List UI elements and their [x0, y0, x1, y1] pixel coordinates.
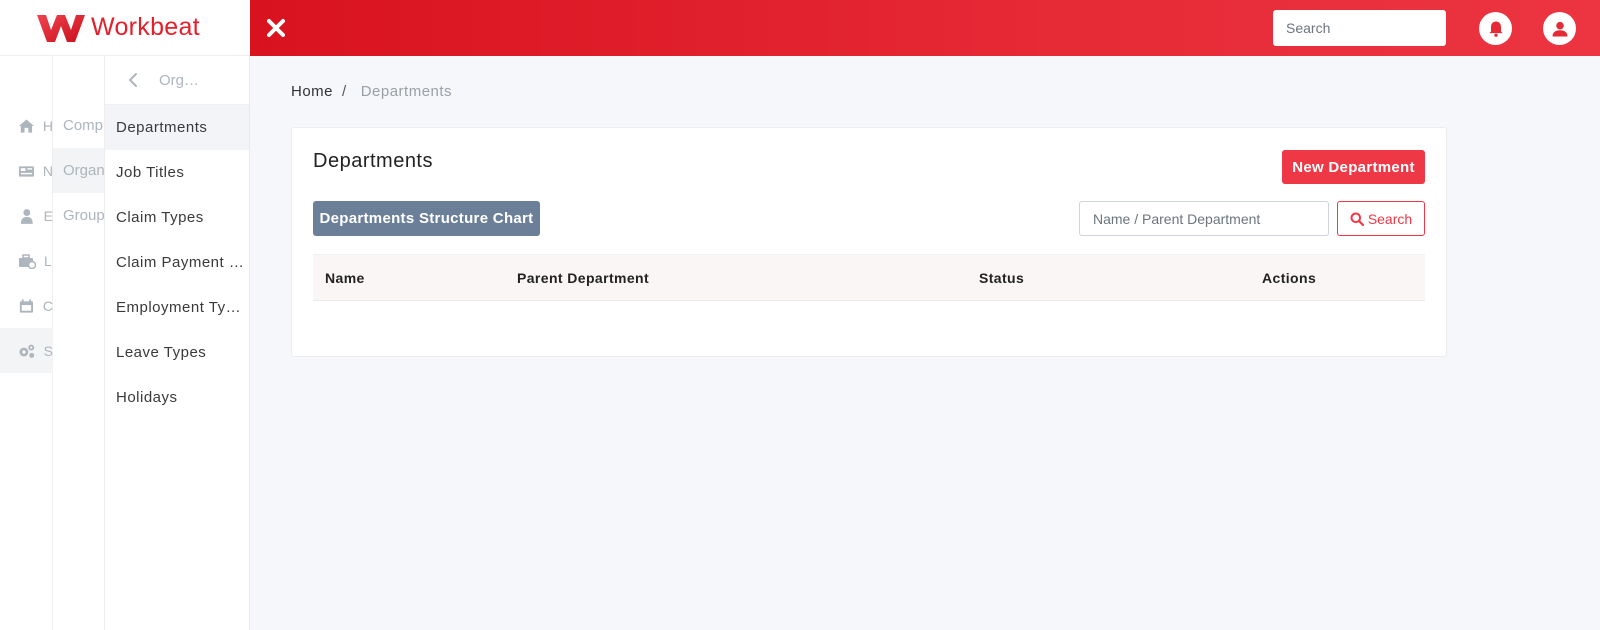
- workbeat-logo-icon: [37, 14, 85, 42]
- home-icon: [18, 118, 34, 133]
- nav-employees[interactable]: E: [0, 193, 53, 238]
- nav-calendar[interactable]: C: [0, 283, 53, 328]
- subnav-item-employment-types[interactable]: Employment Ty…: [105, 285, 249, 330]
- group-company[interactable]: Comp: [53, 103, 104, 148]
- close-icon[interactable]: [264, 16, 288, 40]
- nav-settings[interactable]: S: [0, 328, 53, 373]
- departments-table-header: Name Parent Department Status Actions: [313, 254, 1425, 301]
- breadcrumb-home[interactable]: Home: [291, 83, 333, 100]
- subnav-item-leave-types[interactable]: Leave Types: [105, 330, 249, 375]
- chevron-left-icon[interactable]: [127, 72, 139, 88]
- search-icon: [1350, 212, 1364, 226]
- subnav-item-departments[interactable]: Departments: [105, 105, 249, 150]
- breadcrumb: Home / Departments: [291, 83, 452, 100]
- nav-home-label: H: [42, 117, 53, 134]
- notifications-button[interactable]: [1479, 12, 1512, 45]
- department-filter-input[interactable]: [1079, 201, 1329, 236]
- leave-icon: [19, 253, 36, 269]
- breadcrumb-separator: /: [342, 83, 347, 100]
- main-nav-rail: H N E L C S: [0, 56, 53, 630]
- structure-chart-button[interactable]: Departments Structure Chart: [313, 201, 540, 236]
- column-header-name[interactable]: Name: [325, 270, 365, 286]
- nav-news-label: N: [42, 162, 53, 179]
- group-groups[interactable]: Group: [53, 193, 104, 238]
- search-button-label: Search: [1367, 210, 1413, 227]
- nav-home[interactable]: H: [0, 103, 53, 148]
- employee-icon: [20, 208, 33, 224]
- settings-group-rail: Comp Organ Group: [53, 56, 105, 630]
- calendar-icon: [19, 298, 33, 313]
- subnav-item-claim-types[interactable]: Claim Types: [105, 195, 249, 240]
- nav-leave-label: L: [44, 252, 52, 269]
- global-search-input[interactable]: [1273, 10, 1446, 46]
- user-icon: [1552, 21, 1567, 36]
- organization-subnav: Org… Departments Job Titles Claim Types …: [105, 56, 250, 630]
- page-title: Departments: [313, 150, 433, 172]
- brand-name: Workbeat: [91, 13, 200, 41]
- brand-logo[interactable]: Workbeat: [0, 0, 250, 56]
- subnav-title: Org…: [159, 71, 200, 89]
- nav-news[interactable]: N: [0, 148, 53, 193]
- nav-calendar-label: C: [42, 297, 53, 314]
- settings-icon: [19, 344, 35, 358]
- user-menu-button[interactable]: [1543, 12, 1576, 45]
- top-bar: [250, 0, 1600, 56]
- nav-leave[interactable]: L: [0, 238, 53, 283]
- column-header-status[interactable]: Status: [979, 270, 1024, 286]
- subnav-item-claim-payment[interactable]: Claim Payment …: [105, 240, 249, 285]
- subnav-header: Org…: [105, 56, 249, 105]
- new-department-button[interactable]: New Department: [1282, 150, 1425, 184]
- subnav-item-holidays[interactable]: Holidays: [105, 375, 249, 420]
- subnav-item-job-titles[interactable]: Job Titles: [105, 150, 249, 195]
- bell-icon: [1488, 21, 1503, 37]
- departments-card: Departments New Department Departments S…: [291, 127, 1447, 357]
- nav-employees-label: E: [43, 207, 53, 224]
- group-organization[interactable]: Organ: [53, 148, 104, 193]
- breadcrumb-current: Departments: [360, 83, 453, 100]
- column-header-parent-department[interactable]: Parent Department: [517, 270, 649, 286]
- column-header-actions: Actions: [1262, 270, 1317, 286]
- news-icon: [18, 165, 34, 177]
- search-button[interactable]: Search: [1337, 201, 1425, 236]
- nav-settings-label: S: [43, 342, 53, 359]
